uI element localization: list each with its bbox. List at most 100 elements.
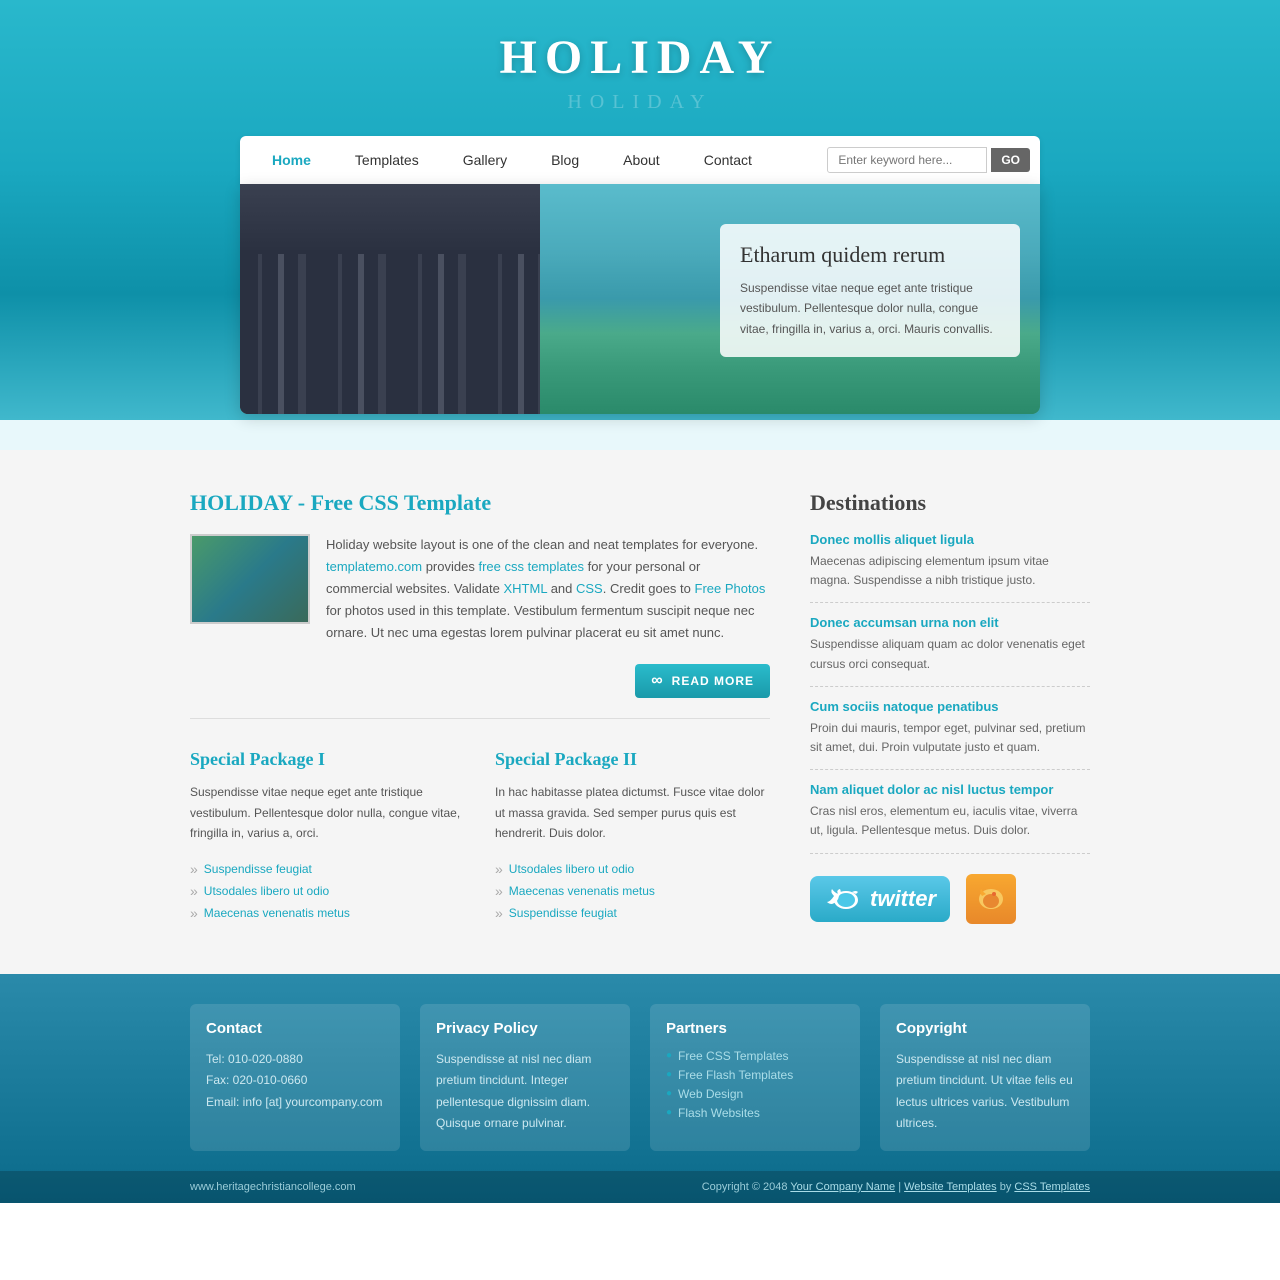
list-item: Utsodales libero ut odio xyxy=(495,858,770,880)
templatemo-link[interactable]: templatemo.com xyxy=(326,559,422,574)
hero-section: HOLIDAY HOLIDAY Home Templates Gallery B… xyxy=(0,0,1280,420)
nav-blog[interactable]: Blog xyxy=(529,138,601,182)
list-item: Free CSS Templates xyxy=(666,1049,844,1063)
footer-inner: Contact Tel: 010-020-0880 Fax: 020-010-0… xyxy=(190,1004,1090,1151)
destinations-title: Destinations xyxy=(810,490,1090,516)
list-item: Web Design xyxy=(666,1087,844,1101)
site-title-reflection: HOLIDAY xyxy=(0,91,1280,114)
free-flash-templates-link[interactable]: Free Flash Templates xyxy=(678,1068,793,1082)
package-1: Special Package I Suspendisse vitae nequ… xyxy=(190,749,465,923)
web-design-link[interactable]: Web Design xyxy=(678,1087,743,1101)
footer-domain: www.heritagechristiancollege.com xyxy=(190,1181,356,1193)
right-column: Destinations Donec mollis aliquet ligula… xyxy=(810,490,1090,924)
list-item: Maecenas venenatis metus xyxy=(190,902,465,924)
website-templates-link[interactable]: Website Templates xyxy=(904,1181,997,1193)
list-item: Maecenas venenatis metus xyxy=(495,880,770,902)
nav-home[interactable]: Home xyxy=(250,138,333,182)
footer-privacy: Privacy Policy Suspendisse at nisl nec d… xyxy=(420,1004,630,1151)
twitter-icon[interactable]: twitter xyxy=(810,876,950,922)
dest-3-title[interactable]: Cum sociis natoque penatibus xyxy=(810,699,1090,714)
rss-bird-icon xyxy=(976,884,1006,914)
destination-4: Nam aliquet dolor ac nisl luctus tempor … xyxy=(810,782,1090,853)
footer-contact: Contact Tel: 010-020-0880 Fax: 020-010-0… xyxy=(190,1004,400,1151)
light-separator xyxy=(0,420,1280,450)
list-item: Flash Websites xyxy=(666,1106,844,1120)
footer-privacy-text: Suspendisse at nisl nec diam pretium tin… xyxy=(436,1049,614,1135)
hero-text-box: Etharum quidem rerum Suspendisse vitae n… xyxy=(720,224,1020,357)
hero-image-wrap: Etharum quidem rerum Suspendisse vitae n… xyxy=(240,184,1040,414)
list-item: Suspendisse feugiat xyxy=(190,858,465,880)
list-item: Utsodales libero ut odio xyxy=(190,880,465,902)
list-item: Free Flash Templates xyxy=(666,1068,844,1082)
footer: Contact Tel: 010-020-0880 Fax: 020-010-0… xyxy=(0,974,1280,1203)
destination-3: Cum sociis natoque penatibus Proin dui m… xyxy=(810,699,1090,770)
dest-2-text: Suspendisse aliquam quam ac dolor venena… xyxy=(810,635,1090,673)
dest-3-text: Proin dui mauris, tempor eget, pulvinar … xyxy=(810,719,1090,757)
footer-bottom-bar: www.heritagechristiancollege.com Copyrig… xyxy=(0,1171,1280,1203)
footer-partners-title: Partners xyxy=(666,1020,844,1037)
content-container: HOLIDAY - Free CSS Template Holiday webs… xyxy=(190,490,1090,924)
dest-1-title[interactable]: Donec mollis aliquet ligula xyxy=(810,532,1090,547)
about-block: Holiday website layout is one of the cle… xyxy=(190,534,770,644)
site-title: HOLIDAY xyxy=(0,30,1280,85)
read-more-button[interactable]: ∞ READ MORE xyxy=(635,664,770,698)
list-item: Suspendisse feugiat xyxy=(495,902,770,924)
nav-about[interactable]: About xyxy=(601,138,682,182)
rss-icon[interactable] xyxy=(966,874,1016,924)
footer-privacy-title: Privacy Policy xyxy=(436,1020,614,1037)
free-css-link[interactable]: free css templates xyxy=(478,559,584,574)
footer-contact-title: Contact xyxy=(206,1020,384,1037)
nav-templates[interactable]: Templates xyxy=(333,138,441,182)
package-2-list: Utsodales libero ut odio Maecenas venena… xyxy=(495,858,770,924)
partners-list: Free CSS Templates Free Flash Templates … xyxy=(666,1049,844,1120)
footer-copyright-title: Copyright xyxy=(896,1020,1074,1037)
search-button[interactable]: GO xyxy=(991,148,1030,172)
package-1-title: Special Package I xyxy=(190,749,465,770)
infinity-icon: ∞ xyxy=(651,672,663,690)
free-css-templates-link[interactable]: Free CSS Templates xyxy=(678,1049,789,1063)
navigation: Home Templates Gallery Blog About Contac… xyxy=(240,136,1040,184)
nav-gallery[interactable]: Gallery xyxy=(441,138,529,182)
css-templates-link[interactable]: CSS Templates xyxy=(1014,1181,1090,1193)
destination-2: Donec accumsan urna non elit Suspendisse… xyxy=(810,615,1090,686)
read-more-label: READ MORE xyxy=(672,674,754,688)
package-1-text: Suspendisse vitae neque eget ante tristi… xyxy=(190,782,465,843)
twitter-label: twitter xyxy=(870,886,936,912)
twitter-bird-icon xyxy=(824,884,864,914)
package-2-title: Special Package II xyxy=(495,749,770,770)
footer-copyright-text: Suspendisse at nisl nec diam pretium tin… xyxy=(896,1049,1074,1135)
footer-copyright-notice: Copyright © 2048 Your Company Name | Web… xyxy=(702,1181,1090,1193)
dest-2-title[interactable]: Donec accumsan urna non elit xyxy=(810,615,1090,630)
css-link[interactable]: CSS xyxy=(576,581,603,596)
dest-1-text: Maecenas adipiscing elementum ipsum vita… xyxy=(810,552,1090,590)
package-1-list: Suspendisse feugiat Utsodales libero ut … xyxy=(190,858,465,924)
left-column: HOLIDAY - Free CSS Template Holiday webs… xyxy=(190,490,770,924)
destination-1: Donec mollis aliquet ligula Maecenas adi… xyxy=(810,532,1090,603)
package-2-text: In hac habitasse platea dictumst. Fusce … xyxy=(495,782,770,843)
hero-heading: Etharum quidem rerum xyxy=(740,242,1000,268)
xhtml-link[interactable]: XHTML xyxy=(504,581,548,596)
search-bar: GO xyxy=(827,147,1030,173)
packages: Special Package I Suspendisse vitae nequ… xyxy=(190,749,770,923)
free-photos-link[interactable]: Free Photos xyxy=(695,581,766,596)
footer-columns: Contact Tel: 010-020-0880 Fax: 020-010-0… xyxy=(190,1004,1090,1151)
footer-bottom-inner: www.heritagechristiancollege.com Copyrig… xyxy=(190,1181,1090,1193)
footer-contact-text: Tel: 010-020-0880 Fax: 020-010-0660 Emai… xyxy=(206,1049,384,1114)
hero-body: Suspendisse vitae neque eget ante tristi… xyxy=(740,278,1000,339)
nav-links: Home Templates Gallery Blog About Contac… xyxy=(250,138,827,182)
dest-4-title[interactable]: Nam aliquet dolor ac nisl luctus tempor xyxy=(810,782,1090,797)
about-thumbnail xyxy=(190,534,310,624)
dest-4-text: Cras nisl eros, elementum eu, iaculis vi… xyxy=(810,802,1090,840)
footer-copyright-col: Copyright Suspendisse at nisl nec diam p… xyxy=(880,1004,1090,1151)
divider xyxy=(190,718,770,719)
footer-partners: Partners Free CSS Templates Free Flash T… xyxy=(650,1004,860,1151)
company-name-link[interactable]: Your Company Name xyxy=(790,1181,895,1193)
about-text: Holiday website layout is one of the cle… xyxy=(326,534,770,644)
social-icons: twitter xyxy=(810,874,1090,924)
search-input[interactable] xyxy=(827,147,987,173)
about-title: HOLIDAY - Free CSS Template xyxy=(190,490,770,516)
nav-contact[interactable]: Contact xyxy=(682,138,774,182)
flash-websites-link[interactable]: Flash Websites xyxy=(678,1106,760,1120)
package-2: Special Package II In hac habitasse plat… xyxy=(495,749,770,923)
main-content: HOLIDAY - Free CSS Template Holiday webs… xyxy=(0,450,1280,974)
